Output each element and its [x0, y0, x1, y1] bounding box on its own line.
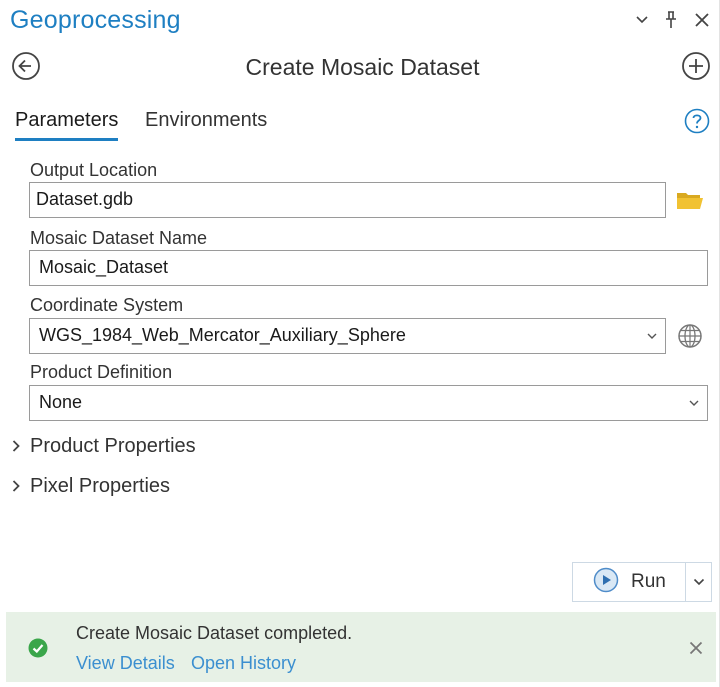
product-definition-label: Product Definition	[30, 362, 173, 382]
pin-icon[interactable]	[659, 8, 683, 32]
tab-environments[interactable]: Environments	[145, 109, 267, 138]
expander-label: Pixel Properties	[30, 474, 171, 497]
status-message: Create Mosaic Dataset completed.	[76, 623, 353, 643]
close-icon[interactable]	[690, 8, 714, 32]
chevron-right-icon	[8, 478, 24, 494]
pane-title: Geoprocessing	[10, 6, 181, 34]
close-icon[interactable]	[686, 638, 706, 658]
coordinate-system-select[interactable]: WGS_1984_Web_Mercator_Auxiliary_Sphere	[29, 318, 666, 354]
product-definition-select[interactable]: None	[29, 385, 708, 421]
expander-product-properties[interactable]: Product Properties	[8, 432, 196, 460]
play-icon	[593, 567, 619, 598]
expander-pixel-properties[interactable]: Pixel Properties	[8, 472, 170, 500]
view-details-link[interactable]: View Details	[76, 653, 175, 674]
run-button[interactable]: Run	[573, 563, 686, 601]
folder-open-icon[interactable]	[675, 185, 705, 215]
add-circle-icon	[681, 51, 711, 86]
help-icon[interactable]	[683, 107, 711, 135]
mosaic-name-input[interactable]: Mosaic_Dataset	[29, 250, 708, 286]
output-location-input[interactable]: Dataset.gdb	[29, 182, 666, 218]
run-label: Run	[631, 571, 666, 592]
globe-icon[interactable]	[675, 321, 705, 351]
chevron-down-icon[interactable]	[630, 8, 654, 32]
run-dropdown-button[interactable]	[686, 563, 711, 601]
success-check-icon	[28, 638, 48, 658]
run-button-group: Run	[572, 562, 712, 602]
chevron-down-icon	[645, 329, 659, 343]
chevron-right-icon	[8, 438, 24, 454]
chevron-down-icon	[687, 396, 701, 410]
tool-title: Create Mosaic Dataset	[245, 54, 480, 80]
coordinate-system-value: WGS_1984_Web_Mercator_Auxiliary_Sphere	[39, 325, 406, 345]
expander-label: Product Properties	[30, 434, 196, 457]
coordinate-system-label: Coordinate System	[30, 295, 184, 315]
status-bar: Create Mosaic Dataset completed. View De…	[6, 612, 716, 682]
tab-parameters[interactable]: Parameters	[15, 109, 119, 141]
add-button[interactable]	[680, 51, 712, 86]
open-history-link[interactable]: Open History	[191, 653, 296, 674]
product-definition-value: None	[39, 392, 83, 412]
chevron-down-icon	[693, 573, 705, 591]
mosaic-name-label: Mosaic Dataset Name	[30, 228, 208, 248]
geoprocessing-pane: Geoprocessing Create Mosaic Dataset Para…	[0, 0, 720, 687]
pane-title-bar: Geoprocessing	[0, 0, 720, 42]
output-location-label: Output Location	[30, 160, 158, 180]
